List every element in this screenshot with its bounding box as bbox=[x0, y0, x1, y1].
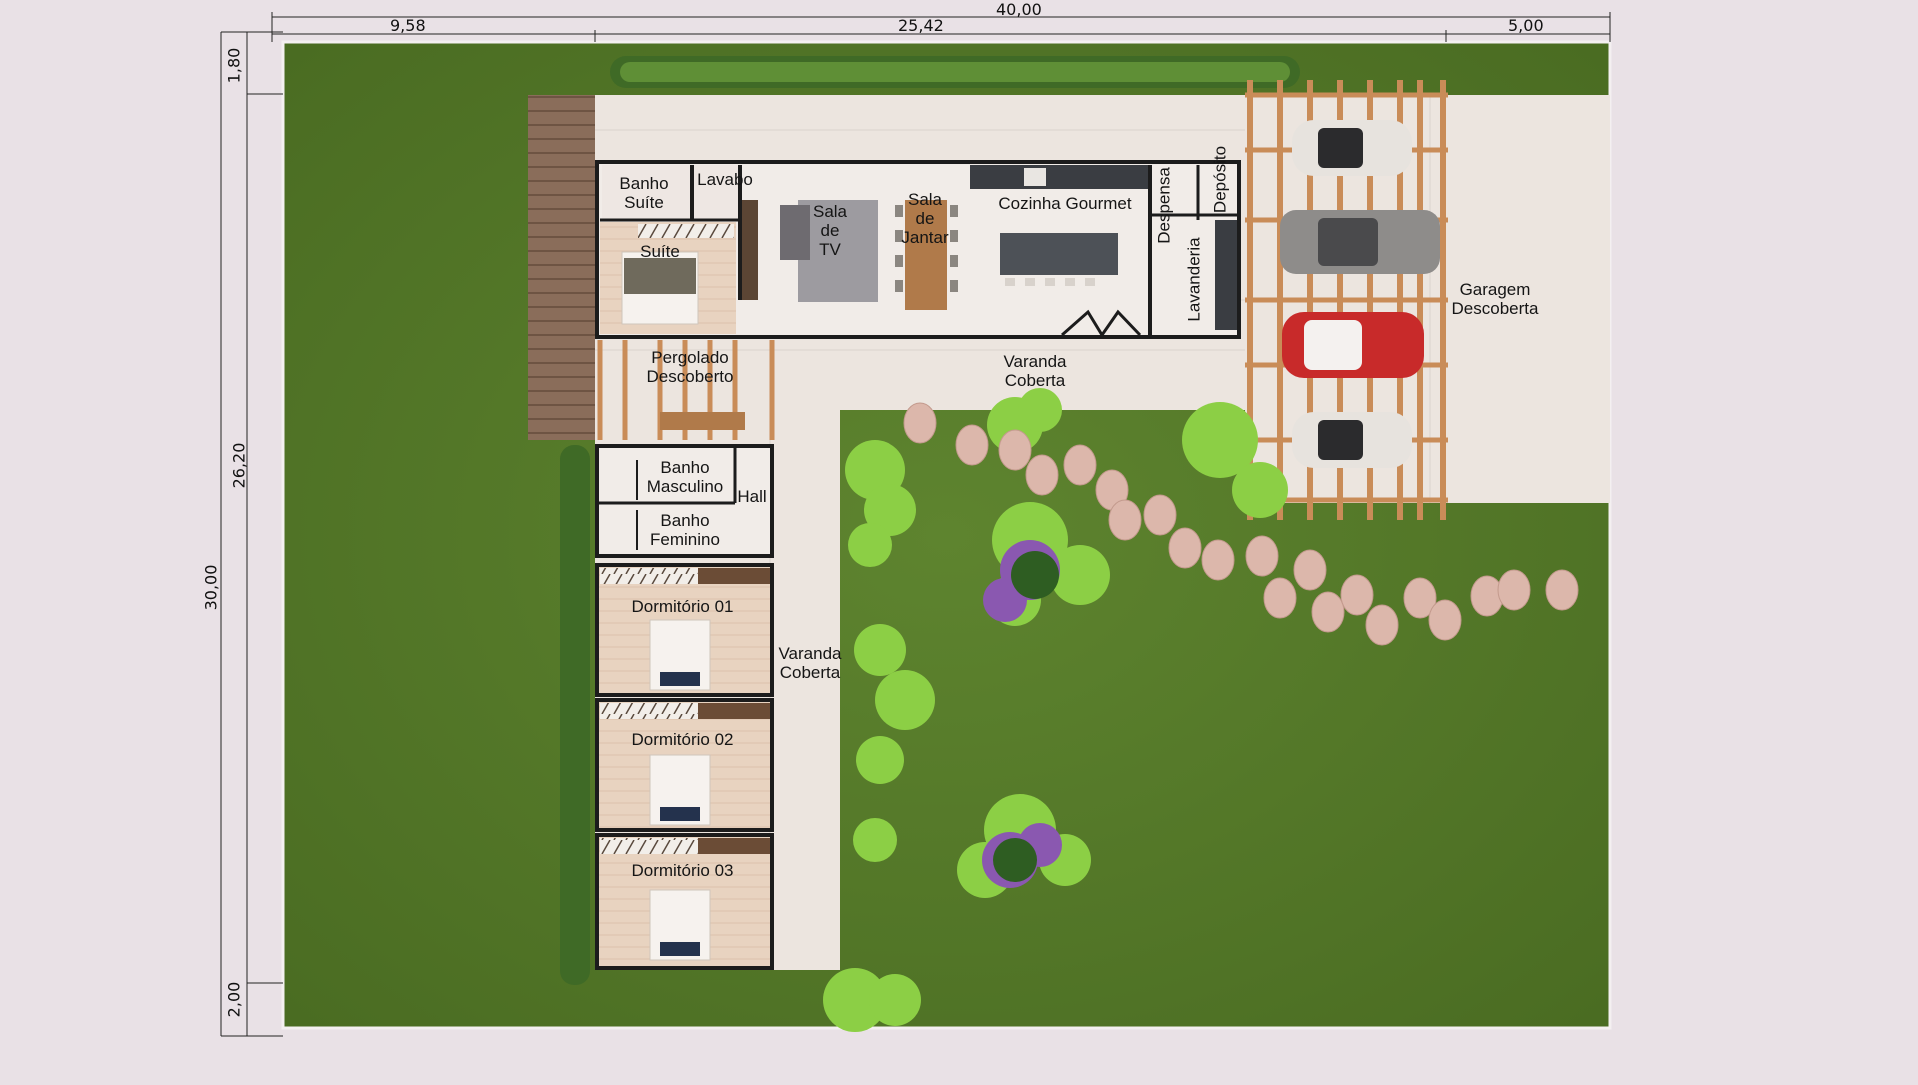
dim-side-bottom: 2,00 bbox=[224, 981, 244, 1018]
dim-top-total: 40,00 bbox=[996, 0, 1042, 19]
top-hedge bbox=[610, 56, 1300, 88]
room-label-deposito: Depósito bbox=[1210, 145, 1230, 214]
room-label-banho-masculino: Banho Masculino bbox=[646, 458, 724, 496]
car-2 bbox=[1280, 210, 1440, 274]
dim-top-left: 9,58 bbox=[390, 16, 426, 35]
room-label-despensa: Despensa bbox=[1154, 167, 1174, 244]
room-label-hall: Hall bbox=[737, 487, 767, 506]
room-label-lavanderia: Lavanderia bbox=[1184, 237, 1204, 322]
floor-plan-drawing bbox=[220, 12, 1612, 1037]
room-label-suite: Suíte bbox=[640, 242, 680, 261]
room-label-varanda-side: Varanda Coberta bbox=[778, 644, 842, 682]
dim-side-middle: 26,20 bbox=[229, 442, 249, 489]
dim-top-right: 5,00 bbox=[1508, 16, 1544, 35]
car-4 bbox=[1292, 412, 1412, 468]
room-label-dormitorio-01: Dormitório 01 bbox=[631, 597, 734, 616]
dim-side-top: 1,80 bbox=[224, 47, 244, 84]
room-label-garagem: Garagem Descoberta bbox=[1451, 280, 1539, 318]
room-label-lavabo: Lavabo bbox=[697, 170, 753, 189]
room-label-varanda-top: Varanda Coberta bbox=[1003, 352, 1067, 390]
car-3 bbox=[1282, 312, 1424, 378]
room-label-sala-tv: Sala de TV bbox=[812, 202, 848, 259]
room-label-pergolado: Pergolado Descoberto bbox=[646, 348, 734, 386]
left-hedge bbox=[560, 445, 590, 985]
room-label-banho-feminino: Banho Feminino bbox=[650, 511, 720, 549]
room-label-banho-suite: Banho Suíte bbox=[619, 174, 669, 212]
room-label-dormitorio-03: Dormitório 03 bbox=[631, 861, 734, 880]
dim-side-total: 30,00 bbox=[201, 564, 221, 611]
wood-deck bbox=[528, 95, 598, 440]
dim-top-middle: 25,42 bbox=[898, 16, 944, 35]
room-label-sala-jantar: Sala de Jantar bbox=[901, 190, 949, 247]
floor-plan: 40,00 9,58 25,42 5,00 30,00 1,80 26,20 2… bbox=[0, 0, 1918, 1080]
room-label-cozinha: Cozinha Gourmet bbox=[998, 194, 1132, 213]
car-1 bbox=[1292, 120, 1412, 176]
room-label-dormitorio-02: Dormitório 02 bbox=[631, 730, 734, 749]
